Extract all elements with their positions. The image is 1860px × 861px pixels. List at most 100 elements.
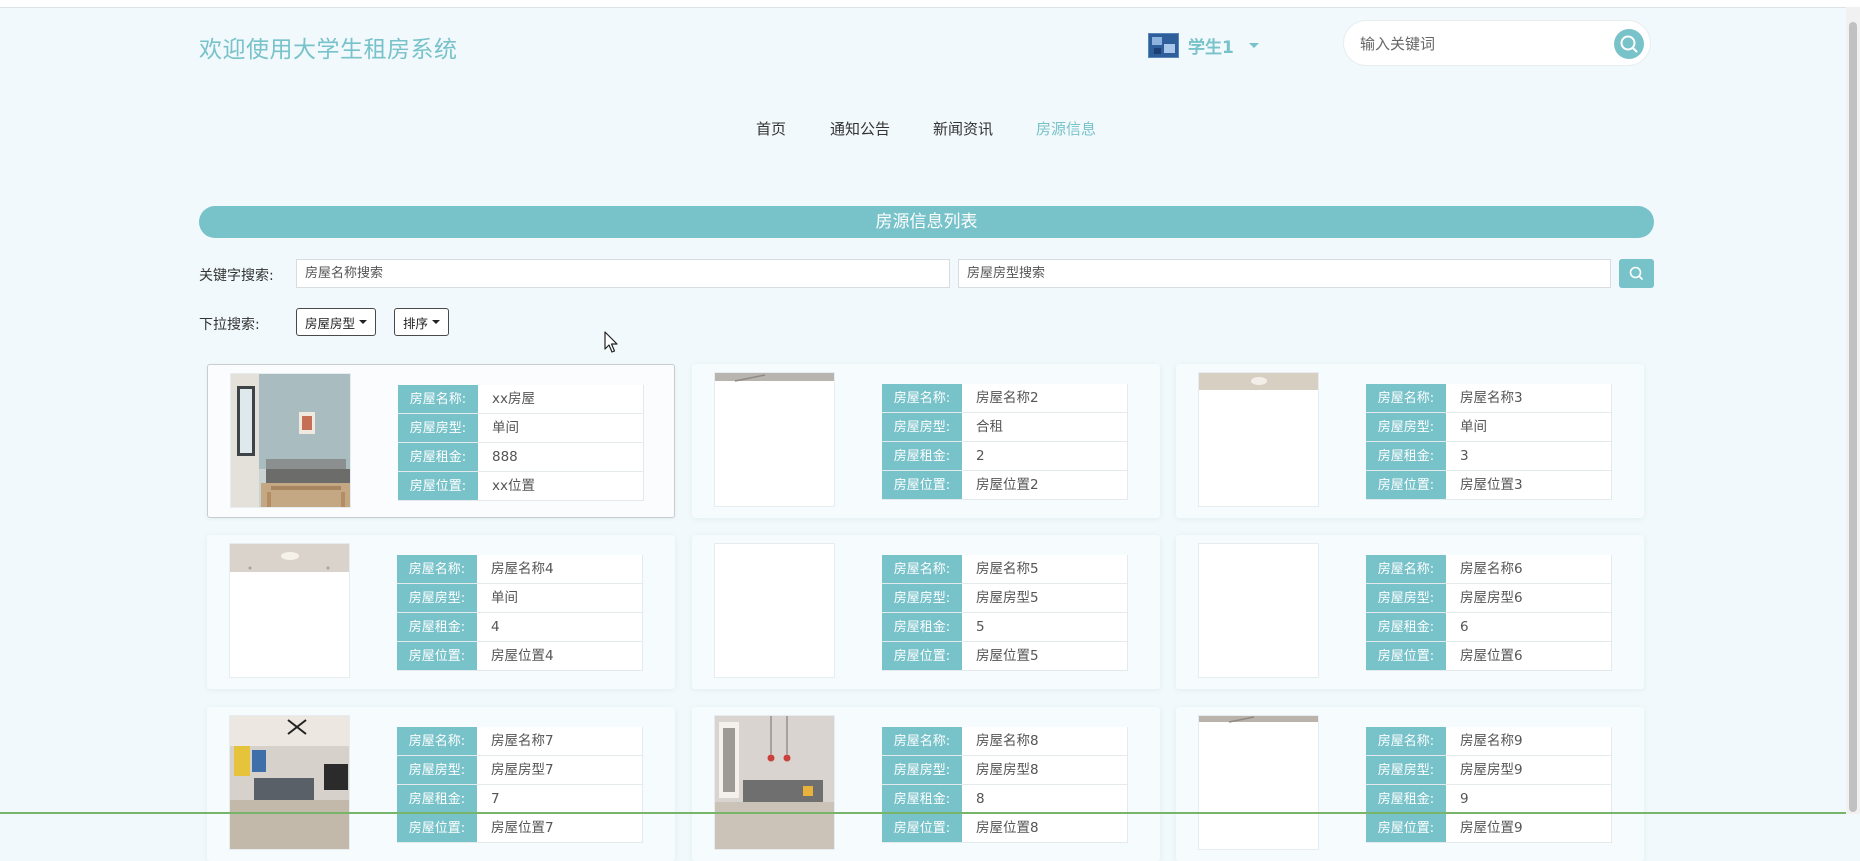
- nav-item-notices[interactable]: 通知公告: [830, 118, 890, 139]
- chevron-down-icon: [1248, 42, 1259, 48]
- house-name-label: 房屋名称:: [397, 555, 477, 583]
- caret-down-icon: [359, 320, 368, 324]
- house-type-label: 房屋房型:: [882, 756, 962, 784]
- house-type-label: 房屋房型:: [882, 413, 962, 441]
- house-info-table: 房屋名称: xx房屋 房屋房型: 单间 房屋租金: 888 房屋位置: xx位置: [398, 385, 644, 501]
- house-name: 房屋名称5: [962, 555, 1128, 583]
- house-location-label: 房屋位置:: [397, 642, 477, 670]
- house-rent: 8: [962, 785, 1128, 813]
- browser-top-edge: [0, 0, 1860, 8]
- house-info-table: 房屋名称: 房屋名称8 房屋房型: 房屋房型8 房屋租金: 8 房屋位置: 房屋位置8: [882, 727, 1128, 843]
- house-location-label: 房屋位置:: [882, 471, 962, 499]
- house-photo: [714, 372, 835, 507]
- house-location-label: 房屋位置:: [397, 814, 477, 842]
- house-name-label: 房屋名称:: [398, 385, 478, 413]
- dropdown-search-label: 下拉搜索:: [199, 317, 260, 333]
- house-info-table: 房屋名称: 房屋名称9 房屋房型: 房屋房型9 房屋租金: 9 房屋位置: 房屋位置9: [1366, 727, 1612, 843]
- house-photo: [230, 373, 351, 508]
- house-card[interactable]: 房屋名称: 房屋名称8 房屋房型: 房屋房型8 房屋租金: 8 房屋位置: 房屋位置8: [692, 707, 1160, 861]
- house-photo: [714, 715, 835, 850]
- house-card[interactable]: 房屋名称: 房屋名称4 房屋房型: 单间 房屋租金: 4 房屋位置: 房屋位置4: [207, 535, 675, 689]
- house-rent-label: 房屋租金:: [882, 442, 962, 470]
- house-info-table: 房屋名称: 房屋名称6 房屋房型: 房屋房型6 房屋租金: 6 房屋位置: 房屋位置6: [1366, 555, 1612, 671]
- house-rent: 888: [478, 443, 644, 471]
- house-type-dropdown[interactable]: 房屋房型: [296, 308, 377, 336]
- scrollbar-thumb[interactable]: [1849, 22, 1857, 812]
- house-type-dropdown-label: 房屋房型: [305, 315, 356, 331]
- house-card[interactable]: 房屋名称: 房屋名称3 房屋房型: 单间 房屋租金: 3 房屋位置: 房屋位置3: [1176, 364, 1644, 518]
- house-rent: 2: [962, 442, 1128, 470]
- house-type: 单间: [477, 584, 643, 612]
- nav-item-news[interactable]: 新闻资讯: [933, 118, 993, 139]
- house-name-label: 房屋名称:: [1366, 384, 1446, 412]
- house-name-label: 房屋名称:: [397, 727, 477, 755]
- house-type-label: 房屋房型:: [397, 584, 477, 612]
- house-name-label: 房屋名称:: [1366, 727, 1446, 755]
- house-name: 房屋名称7: [477, 727, 643, 755]
- user-avatar-icon: [1148, 32, 1179, 58]
- house-name-label: 房屋名称:: [882, 727, 962, 755]
- house-photo: [1198, 543, 1319, 678]
- house-type: 房屋房型8: [962, 756, 1128, 784]
- username: 学生1: [1188, 37, 1234, 58]
- house-name: 房屋名称6: [1446, 555, 1612, 583]
- house-type-label: 房屋房型:: [882, 584, 962, 612]
- house-photo: [229, 715, 350, 850]
- house-card[interactable]: 房屋名称: 房屋名称6 房屋房型: 房屋房型6 房屋租金: 6 房屋位置: 房屋位置6: [1176, 535, 1644, 689]
- house-card[interactable]: 房屋名称: xx房屋 房屋房型: 单间 房屋租金: 888 房屋位置: xx位置: [207, 364, 675, 518]
- house-location-label: 房屋位置:: [1366, 814, 1446, 842]
- house-type: 合租: [962, 413, 1128, 441]
- house-location: 房屋位置4: [477, 642, 643, 670]
- house-name-search-input[interactable]: [296, 259, 950, 288]
- house-type-label: 房屋房型:: [397, 756, 477, 784]
- user-menu[interactable]: 学生1: [1148, 31, 1259, 59]
- house-name: 房屋名称3: [1446, 384, 1612, 412]
- house-photo: [1198, 372, 1319, 507]
- listing-title-banner: 房源信息列表: [199, 206, 1654, 238]
- nav-item-listings[interactable]: 房源信息: [1036, 118, 1096, 139]
- header-search-button[interactable]: [1614, 29, 1644, 59]
- house-rent: 7: [477, 785, 643, 813]
- house-name-label: 房屋名称:: [1366, 555, 1446, 583]
- house-photo: [229, 543, 350, 678]
- house-info-table: 房屋名称: 房屋名称3 房屋房型: 单间 房屋租金: 3 房屋位置: 房屋位置3: [1366, 384, 1612, 500]
- house-name: 房屋名称9: [1446, 727, 1612, 755]
- house-info-table: 房屋名称: 房屋名称5 房屋房型: 房屋房型5 房屋租金: 5 房屋位置: 房屋位置5: [882, 555, 1128, 671]
- house-type-label: 房屋房型:: [1366, 756, 1446, 784]
- house-type: 房屋房型6: [1446, 584, 1612, 612]
- house-type-label: 房屋房型:: [1366, 584, 1446, 612]
- house-info-table: 房屋名称: 房屋名称2 房屋房型: 合租 房屋租金: 2 房屋位置: 房屋位置2: [882, 384, 1128, 500]
- house-type: 房屋房型5: [962, 584, 1128, 612]
- header-search-input[interactable]: [1358, 32, 1602, 56]
- house-name: xx房屋: [478, 385, 644, 413]
- keyword-search-button[interactable]: [1619, 259, 1654, 288]
- house-rent: 5: [962, 613, 1128, 641]
- house-location-label: 房屋位置:: [1366, 471, 1446, 499]
- house-rent-label: 房屋租金:: [397, 785, 477, 813]
- search-icon: [1620, 35, 1638, 53]
- house-location-label: 房屋位置:: [1366, 642, 1446, 670]
- house-photo: [1198, 715, 1319, 850]
- house-card[interactable]: 房屋名称: 房屋名称7 房屋房型: 房屋房型7 房屋租金: 7 房屋位置: 房屋位置7: [207, 707, 675, 861]
- house-rent-label: 房屋租金:: [398, 443, 478, 471]
- house-type: 单间: [1446, 413, 1612, 441]
- house-card[interactable]: 房屋名称: 房屋名称2 房屋房型: 合租 房屋租金: 2 房屋位置: 房屋位置2: [692, 364, 1160, 518]
- house-type-search-input[interactable]: [958, 259, 1611, 288]
- house-location: 房屋位置5: [962, 642, 1128, 670]
- house-location-label: 房屋位置:: [882, 642, 962, 670]
- house-name-label: 房屋名称:: [882, 384, 962, 412]
- house-name: 房屋名称4: [477, 555, 643, 583]
- house-location: 房屋位置9: [1446, 814, 1612, 842]
- mouse-cursor-icon: [604, 331, 618, 353]
- house-name: 房屋名称2: [962, 384, 1128, 412]
- house-rent-label: 房屋租金:: [882, 785, 962, 813]
- house-card[interactable]: 房屋名称: 房屋名称5 房屋房型: 房屋房型5 房屋租金: 5 房屋位置: 房屋位置5: [692, 535, 1160, 689]
- house-rent-label: 房屋租金:: [1366, 442, 1446, 470]
- house-rent: 4: [477, 613, 643, 641]
- nav-item-home[interactable]: 首页: [756, 118, 786, 139]
- house-rent: 3: [1446, 442, 1612, 470]
- house-rent-label: 房屋租金:: [397, 613, 477, 641]
- house-rent-label: 房屋租金:: [882, 613, 962, 641]
- house-card[interactable]: 房屋名称: 房屋名称9 房屋房型: 房屋房型9 房屋租金: 9 房屋位置: 房屋位置9: [1176, 707, 1644, 861]
- sort-dropdown[interactable]: 排序: [394, 308, 450, 336]
